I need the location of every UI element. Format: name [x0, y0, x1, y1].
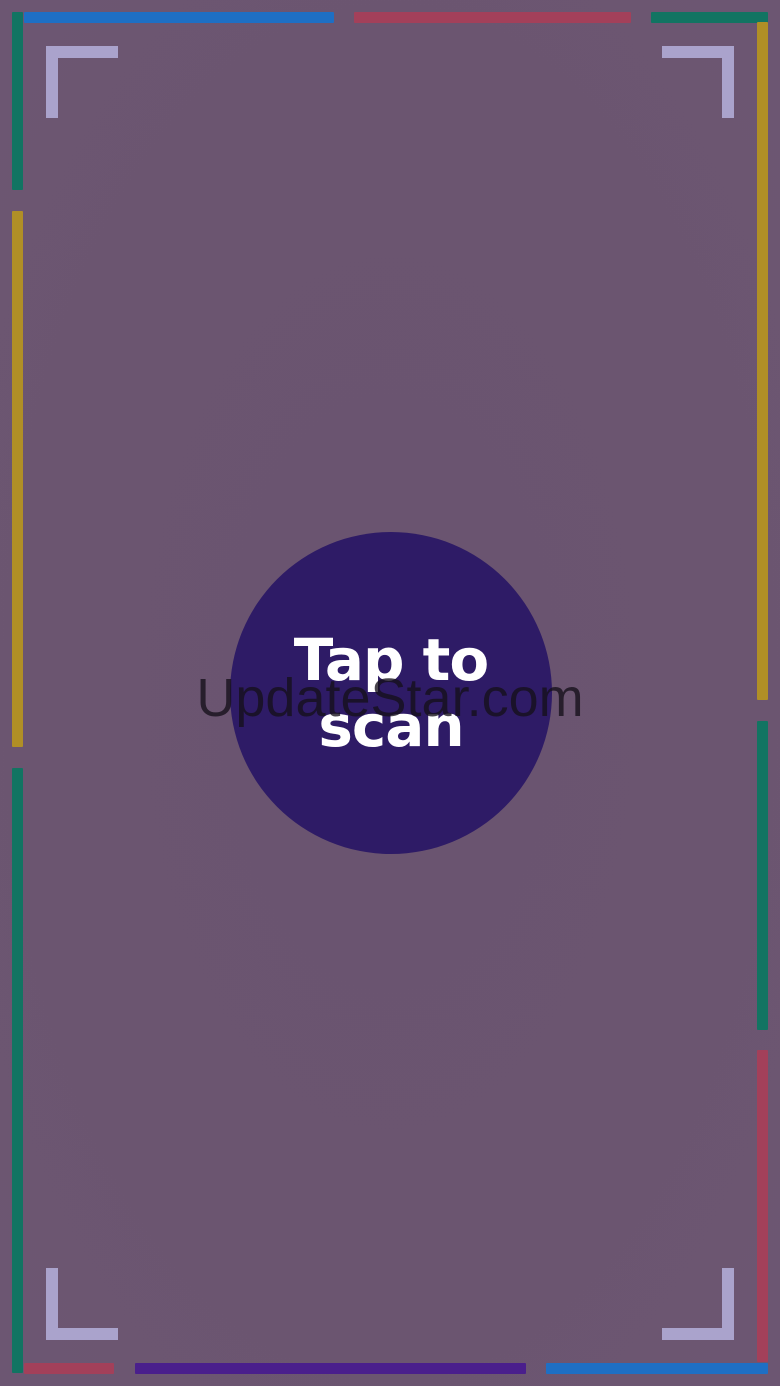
corner-bracket-bottom-left-icon — [46, 1268, 118, 1340]
frame-bar-bottom-blue — [546, 1363, 768, 1374]
frame-bar-right-green — [757, 721, 768, 1030]
frame-bar-left-green-top — [12, 12, 23, 190]
scan-button-label: Tap to scan — [293, 626, 490, 760]
frame-bar-left-green-bottom — [12, 768, 23, 1373]
frame-bar-bottom-red — [24, 1363, 114, 1374]
frame-bar-top-green — [651, 12, 768, 23]
corner-bracket-top-left-icon — [46, 46, 118, 118]
corner-bracket-bottom-right-icon — [662, 1268, 734, 1340]
frame-bar-right-yellow — [757, 22, 768, 700]
frame-bar-top-red — [354, 12, 631, 23]
frame-bar-left-yellow — [12, 211, 23, 747]
scanner-screen: Tap to scan UpdateStar.com — [0, 0, 780, 1386]
corner-bracket-top-right-icon — [662, 46, 734, 118]
frame-bar-right-red — [757, 1050, 768, 1362]
frame-bar-top-blue — [24, 12, 334, 23]
frame-bar-bottom-purple — [135, 1363, 526, 1374]
tap-to-scan-button[interactable]: Tap to scan — [230, 532, 552, 854]
